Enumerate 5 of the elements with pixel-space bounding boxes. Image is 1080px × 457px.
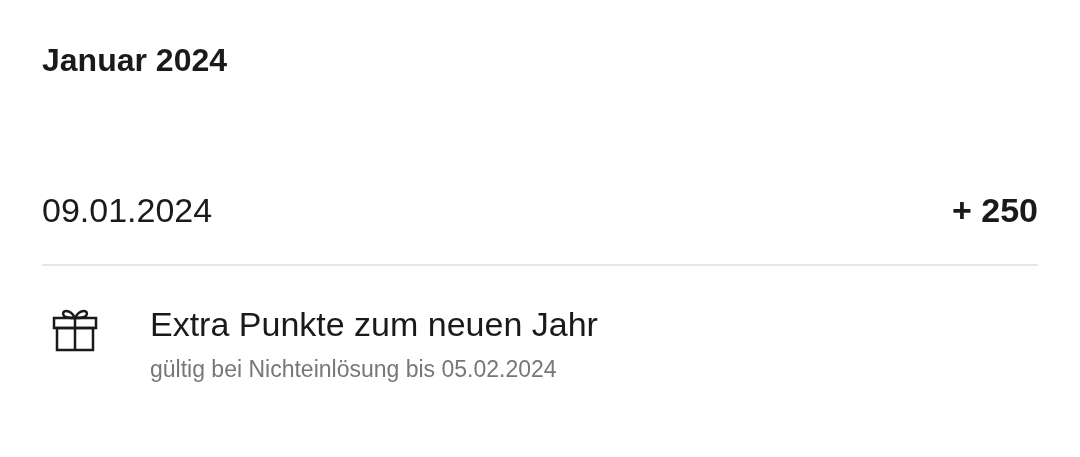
entry-title: Extra Punkte zum neuen Jahr <box>150 304 598 344</box>
validity-note: gültig bei Nichteinlösung bis 05.02.2024 <box>150 355 558 384</box>
month-heading: Januar 2024 <box>42 42 227 78</box>
points-value: + 250 <box>951 190 1038 230</box>
entry-date: 09.01.2024 <box>42 190 213 230</box>
